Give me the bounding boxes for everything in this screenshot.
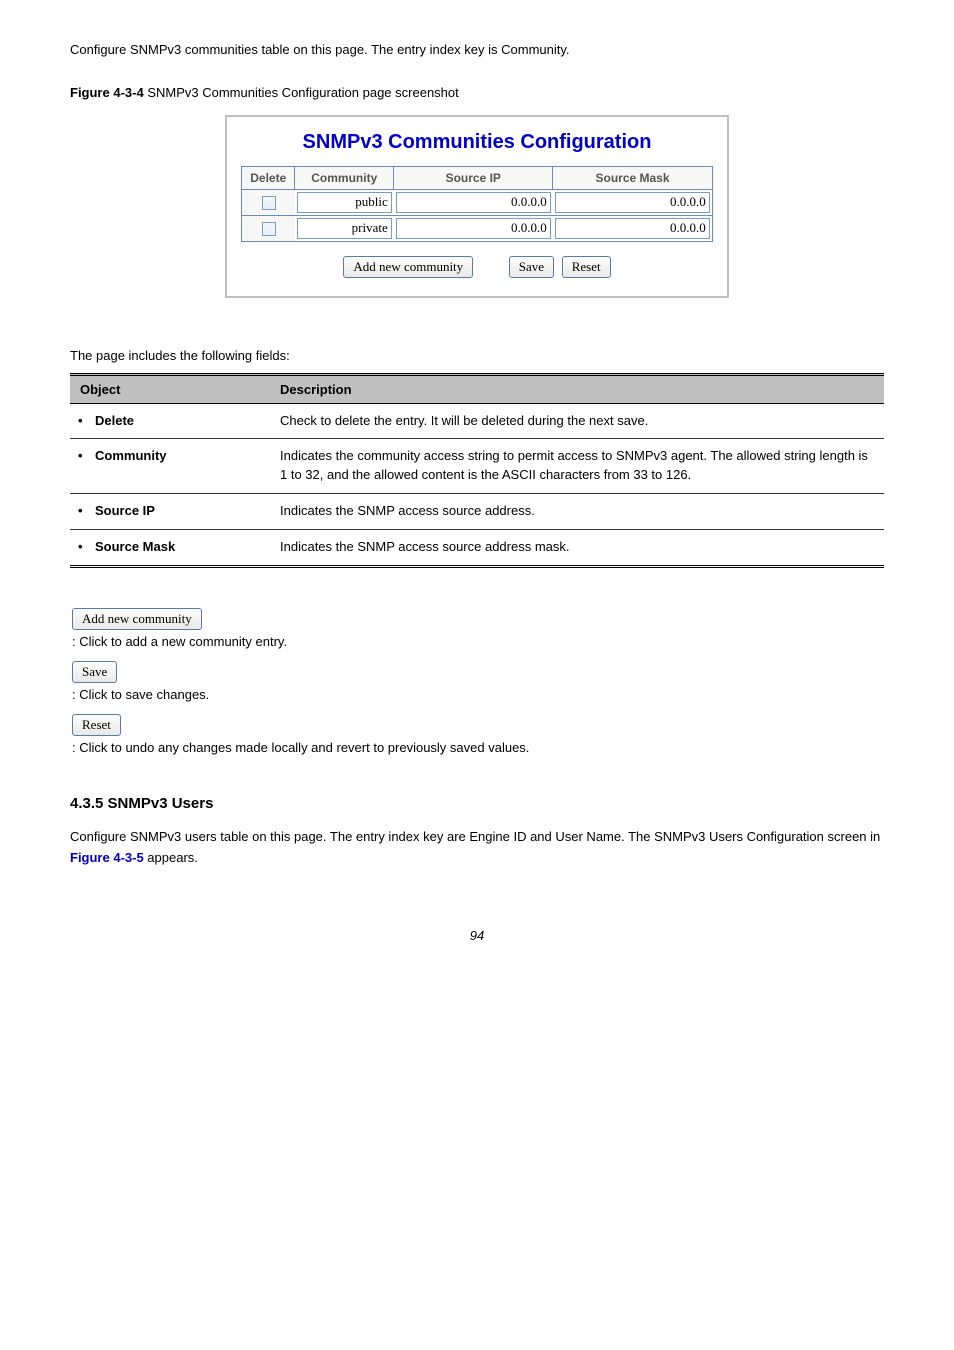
desc-text: Indicates the SNMP access source address… — [270, 529, 884, 566]
desc-header-description: Description — [270, 374, 884, 403]
source-mask-input[interactable] — [555, 218, 710, 239]
desc-header-object: Object — [70, 374, 270, 403]
page-number: 94 — [70, 928, 884, 943]
desc-row: Source Mask Indicates the SNMP access so… — [70, 529, 884, 566]
table-row — [242, 189, 713, 215]
button-desc-text: : Click to add a new community entry. — [70, 634, 884, 649]
intro-text: Configure SNMPv3 communities table on th… — [70, 40, 884, 60]
reset-button[interactable]: Reset — [562, 256, 611, 278]
header-delete: Delete — [242, 166, 295, 189]
panel-title: SNMPv3 Communities Configuration — [227, 117, 727, 166]
config-panel: SNMPv3 Communities Configuration Delete … — [225, 115, 729, 298]
figure-caption: Figure 4-3-4 SNMPv3 Communities Configur… — [70, 85, 884, 100]
figure-caption-text: SNMPv3 Communities Configuration page sc… — [147, 85, 458, 100]
button-desc-save: Save : Click to save changes. — [70, 661, 884, 702]
section-body-pre: Configure SNMPv3 users table on this pag… — [70, 829, 880, 844]
desc-object: Source Mask — [70, 529, 270, 566]
table-row — [242, 215, 713, 241]
source-mask-input[interactable] — [555, 192, 710, 213]
section-body-post: appears. — [144, 850, 198, 865]
header-source-mask: Source Mask — [553, 166, 713, 189]
desc-intro: The page includes the following fields: — [70, 348, 884, 363]
section-heading: 4.3.5 SNMPv3 Users — [70, 795, 884, 812]
desc-row: Community Indicates the community access… — [70, 439, 884, 494]
community-input[interactable] — [297, 192, 392, 213]
save-button-sample[interactable]: Save — [72, 661, 117, 683]
config-table: Delete Community Source IP Source Mask — [241, 166, 713, 242]
source-ip-input[interactable] — [396, 192, 551, 213]
desc-text: Check to delete the entry. It will be de… — [270, 403, 884, 439]
section-body: Configure SNMPv3 users table on this pag… — [70, 827, 884, 869]
add-community-button[interactable]: Add new community — [343, 256, 473, 278]
desc-object: Community — [70, 439, 270, 494]
desc-text: Indicates the community access string to… — [270, 439, 884, 494]
reset-button-sample[interactable]: Reset — [72, 714, 121, 736]
add-community-button-sample[interactable]: Add new community — [72, 608, 202, 630]
button-desc-add: Add new community : Click to add a new c… — [70, 608, 884, 649]
description-table: Object Description Delete Check to delet… — [70, 373, 884, 568]
delete-checkbox[interactable] — [262, 196, 276, 210]
desc-row: Delete Check to delete the entry. It wil… — [70, 403, 884, 439]
desc-object: Delete — [70, 403, 270, 439]
desc-object: Source IP — [70, 494, 270, 530]
community-input[interactable] — [297, 218, 392, 239]
save-button[interactable]: Save — [509, 256, 554, 278]
desc-text: Indicates the SNMP access source address… — [270, 494, 884, 530]
header-source-ip: Source IP — [394, 166, 553, 189]
delete-checkbox[interactable] — [262, 222, 276, 236]
button-desc-text: : Click to undo any changes made locally… — [70, 740, 884, 755]
button-desc-text: : Click to save changes. — [70, 687, 884, 702]
figure-label: Figure 4-3-4 — [70, 85, 144, 100]
source-ip-input[interactable] — [396, 218, 551, 239]
header-community: Community — [295, 166, 394, 189]
section-ref: Figure 4-3-5 — [70, 850, 144, 865]
desc-row: Source IP Indicates the SNMP access sour… — [70, 494, 884, 530]
button-desc-reset: Reset : Click to undo any changes made l… — [70, 714, 884, 755]
button-row: Add new community Save Reset — [227, 242, 727, 296]
